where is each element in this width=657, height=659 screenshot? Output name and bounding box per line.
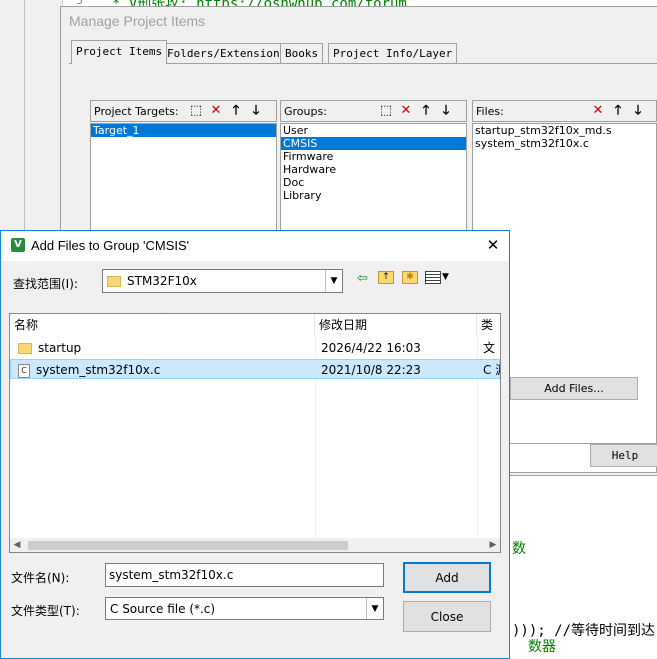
files-header-label: Files:: [476, 105, 504, 118]
dialog-titlebar: V Add Files to Group 'CMSIS' ✕: [1, 231, 509, 261]
target-item[interactable]: Target_1: [91, 124, 276, 137]
gutter-divider: [24, 0, 25, 230]
filename-input[interactable]: system_stm32f10x.c: [105, 563, 384, 587]
up-folder-icon[interactable]: ↑: [378, 271, 394, 284]
new-target-icon[interactable]: ⬚: [187, 103, 205, 119]
chevron-down-icon[interactable]: ▼: [366, 598, 383, 619]
delete-target-icon[interactable]: ✕: [207, 103, 225, 119]
lookin-combobox[interactable]: STM32F10x ▼: [102, 269, 343, 293]
horizontal-scrollbar[interactable]: ◀ ▶: [10, 538, 500, 552]
group-item[interactable]: Library: [281, 189, 466, 202]
add-files-dialog: V Add Files to Group 'CMSIS' ✕ 查找范围(I): …: [0, 230, 510, 659]
back-icon[interactable]: ⇦: [357, 271, 368, 286]
group-item[interactable]: Hardware: [281, 163, 466, 176]
targets-header: Project Targets: ⬚ ✕ 🡑 🡓: [90, 100, 277, 122]
lookin-label: 查找范围(I):: [13, 277, 78, 291]
tab-folders-extensions[interactable]: Folders/Extensions: [162, 43, 292, 63]
filetype-label: 文件类型(T):: [11, 604, 80, 618]
scrollbar-thumb[interactable]: [28, 541, 348, 550]
manage-dialog-title: Manage Project Items: [69, 13, 206, 29]
delete-file-icon[interactable]: ✕: [589, 103, 607, 119]
new-group-icon[interactable]: ⬚: [377, 103, 395, 119]
folder-icon: [107, 275, 121, 287]
move-up-target-icon[interactable]: 🡑: [227, 103, 245, 119]
file-type-cell: C 源: [483, 363, 500, 377]
move-down-target-icon[interactable]: 🡓: [247, 103, 265, 119]
tab-project-items[interactable]: Project Items: [71, 40, 168, 64]
filename-label: 文件名(N):: [11, 571, 70, 585]
add-files-button[interactable]: Add Files...: [510, 377, 638, 400]
targets-list[interactable]: Target_1: [90, 123, 277, 237]
filetype-combobox[interactable]: C Source file (*.c) ▼: [105, 597, 384, 620]
groups-header-label: Groups:: [284, 105, 327, 118]
file-item[interactable]: startup_stm32f10x_md.s: [473, 124, 656, 137]
lookin-value: STM32F10x: [107, 270, 197, 292]
file-name-cell: startup: [18, 338, 308, 358]
groups-header: Groups: ⬚ ✕ 🡑 🡓: [280, 100, 467, 122]
view-menu-icon[interactable]: [425, 271, 441, 284]
group-item[interactable]: Firmware: [281, 150, 466, 163]
file-row[interactable]: Csystem_stm32f10x.c 2021/10/8 22:23 C 源: [10, 359, 500, 379]
file-date-cell: 2021/10/8 22:23: [321, 363, 421, 377]
column-header-date[interactable]: 修改日期: [315, 314, 477, 336]
targets-header-label: Project Targets:: [94, 105, 179, 118]
close-button[interactable]: Close: [403, 601, 491, 632]
move-down-file-icon[interactable]: 🡓: [629, 103, 647, 119]
filetype-value: C Source file (*.c): [110, 601, 216, 616]
group-item[interactable]: CMSIS: [281, 137, 466, 150]
group-item[interactable]: Doc: [281, 176, 466, 189]
lookin-value-text: STM32F10x: [127, 274, 197, 288]
delete-group-icon[interactable]: ✕: [397, 103, 415, 119]
code-comment-mid: 数: [512, 541, 526, 557]
new-folder-icon[interactable]: ✱: [402, 271, 418, 284]
scroll-right-icon[interactable]: ▶: [486, 538, 500, 552]
file-list-view[interactable]: 名称 ⌃ 修改日期 类 startup 2026/4/22 16:03 文 Cs…: [9, 313, 501, 553]
file-date-cell: 2026/4/22 16:03: [321, 341, 421, 355]
groups-list[interactable]: User CMSIS Firmware Hardware Doc Library: [280, 123, 467, 237]
code-comment-bottom: 数器: [528, 639, 556, 655]
c-file-icon: C: [18, 363, 30, 378]
view-dropdown-icon[interactable]: ▼: [442, 272, 449, 282]
file-row[interactable]: startup 2026/4/22 16:03 文: [10, 338, 500, 358]
scroll-left-icon[interactable]: ◀: [10, 538, 24, 552]
file-name-cell: Csystem_stm32f10x.c: [18, 360, 308, 380]
group-item[interactable]: User: [281, 124, 466, 137]
sort-up-icon: ⌃: [158, 313, 167, 322]
chevron-down-icon[interactable]: ▼: [325, 270, 342, 292]
file-item[interactable]: system_stm32f10x.c: [473, 137, 656, 150]
move-up-file-icon[interactable]: 🡑: [609, 103, 627, 119]
keil-logo-icon: V: [11, 238, 25, 252]
add-button[interactable]: Add: [403, 562, 491, 593]
files-header: Files: ✕ 🡑 🡓: [472, 100, 657, 122]
column-header-type[interactable]: 类: [477, 314, 500, 336]
close-icon[interactable]: ✕: [483, 235, 503, 255]
tab-books[interactable]: Books: [280, 43, 324, 63]
tab-project-info-layer[interactable]: Project Info/Layer: [328, 43, 458, 63]
file-type-cell: 文: [483, 341, 496, 355]
move-down-group-icon[interactable]: 🡓: [437, 103, 455, 119]
editor-gutter: [0, 0, 63, 230]
move-up-group-icon[interactable]: 🡑: [417, 103, 435, 119]
help-button[interactable]: Help: [590, 444, 657, 467]
folder-icon: [18, 343, 32, 354]
dialog-title: Add Files to Group 'CMSIS': [31, 238, 190, 253]
